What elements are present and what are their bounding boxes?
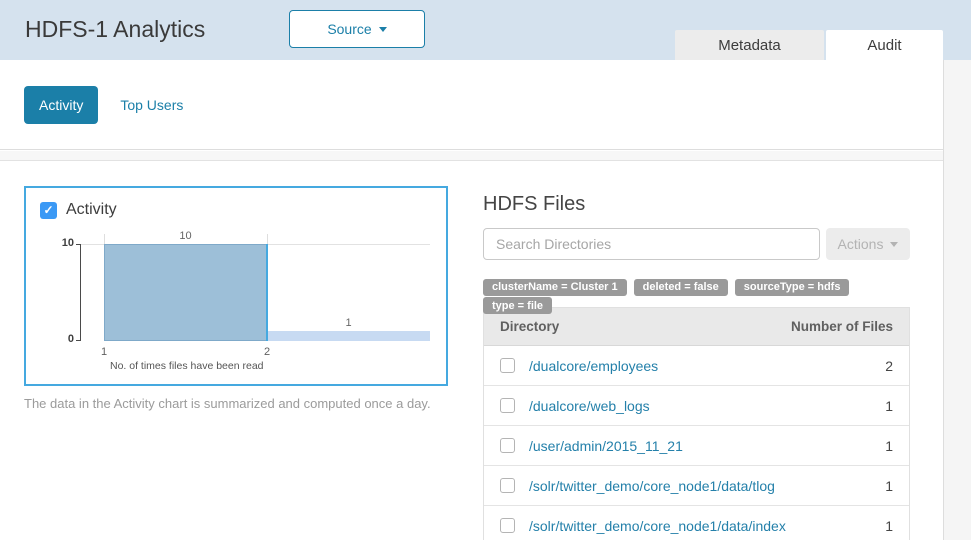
search-directories-input[interactable]: [483, 228, 820, 260]
activity-checkbox-row[interactable]: Activity: [40, 201, 117, 219]
file-count: 2: [885, 358, 893, 374]
directory-link[interactable]: /dualcore/employees: [529, 358, 658, 374]
row-checkbox[interactable]: [500, 518, 515, 533]
row-checkbox[interactable]: [500, 398, 515, 413]
filter-tags: clusterName = Cluster 1 deleted = false so…: [483, 277, 910, 294]
file-count: 1: [885, 398, 893, 414]
subtab-activity[interactable]: Activity: [24, 86, 98, 124]
page-title: HDFS-1 Analytics: [25, 16, 205, 43]
chart-bar: [267, 331, 430, 341]
directory-link[interactable]: /user/admin/2015_11_21: [529, 438, 683, 454]
subnav: Activity Top Users: [0, 60, 943, 150]
filter-tag: clusterName = Cluster 1: [483, 279, 627, 296]
filter-tag: type = file: [483, 297, 552, 314]
directories-table: Directory Number of Files /dualcore/empl…: [483, 307, 910, 540]
x-tick-label: 2: [247, 346, 287, 358]
table-body: /dualcore/employees 2 /dualcore/web_logs…: [484, 346, 909, 540]
selected-range-edge: [266, 244, 268, 341]
activity-checkbox-label: Activity: [66, 201, 117, 219]
chart-bar: [104, 244, 267, 341]
column-header-number-of-files: Number of Files: [791, 319, 893, 334]
search-row: Actions: [483, 228, 910, 260]
table-row: /dualcore/web_logs 1: [484, 386, 909, 426]
filter-tag: deleted = false: [634, 279, 728, 296]
directory-link[interactable]: /solr/twitter_demo/core_node1/data/tlog: [529, 478, 775, 494]
source-button-label: Source: [327, 21, 371, 37]
activity-chart-panel: Activity No. of times files have been re…: [24, 186, 448, 386]
page-header: HDFS-1 Analytics Source Metadata Audit: [0, 0, 971, 60]
row-checkbox[interactable]: [500, 478, 515, 493]
table-row: /solr/twitter_demo/core_node1/data/index…: [484, 506, 909, 540]
subtab-top-users[interactable]: Top Users: [120, 97, 183, 113]
caret-down-icon: [890, 242, 898, 247]
bar-value-label: 10: [104, 230, 267, 242]
tab-metadata[interactable]: Metadata: [675, 30, 824, 60]
row-checkbox[interactable]: [500, 438, 515, 453]
file-count: 1: [885, 438, 893, 454]
table-row: /user/admin/2015_11_21 1: [484, 426, 909, 466]
actions-button-label: Actions: [838, 236, 884, 252]
actions-dropdown-button[interactable]: Actions: [826, 228, 910, 260]
activity-note: The data in the Activity chart is summar…: [24, 396, 431, 411]
tab-audit[interactable]: Audit: [826, 30, 943, 60]
bar-value-label: 1: [267, 317, 430, 329]
row-checkbox[interactable]: [500, 358, 515, 373]
page: HDFS-1 Analytics Source Metadata Audit A…: [0, 0, 971, 540]
hdfs-files-section: HDFS Files Actions clusterName = Cluster…: [483, 160, 910, 540]
table-row: /solr/twitter_demo/core_node1/data/tlog …: [484, 466, 909, 506]
page-scrollbar-gutter[interactable]: [943, 60, 971, 540]
y-axis-tick: [76, 340, 80, 341]
file-count: 1: [885, 478, 893, 494]
y-axis: [80, 244, 81, 341]
x-axis-caption: No. of times files have been read: [110, 360, 264, 372]
y-axis-tick: [76, 244, 80, 245]
source-dropdown-button[interactable]: Source: [289, 10, 425, 48]
filter-tag: sourceType = hdfs: [735, 279, 850, 296]
section-title: HDFS Files: [483, 193, 910, 216]
directory-link[interactable]: /solr/twitter_demo/core_node1/data/index: [529, 518, 786, 534]
y-tick-label: 0: [46, 334, 74, 345]
activity-checkbox[interactable]: [40, 202, 57, 219]
table-row: /dualcore/employees 2: [484, 346, 909, 386]
x-tick-label: 1: [84, 346, 124, 358]
column-header-directory: Directory: [500, 319, 559, 334]
y-tick-label: 10: [46, 238, 74, 249]
directory-link[interactable]: /dualcore/web_logs: [529, 398, 650, 414]
file-count: 1: [885, 518, 893, 534]
caret-down-icon: [379, 27, 387, 32]
